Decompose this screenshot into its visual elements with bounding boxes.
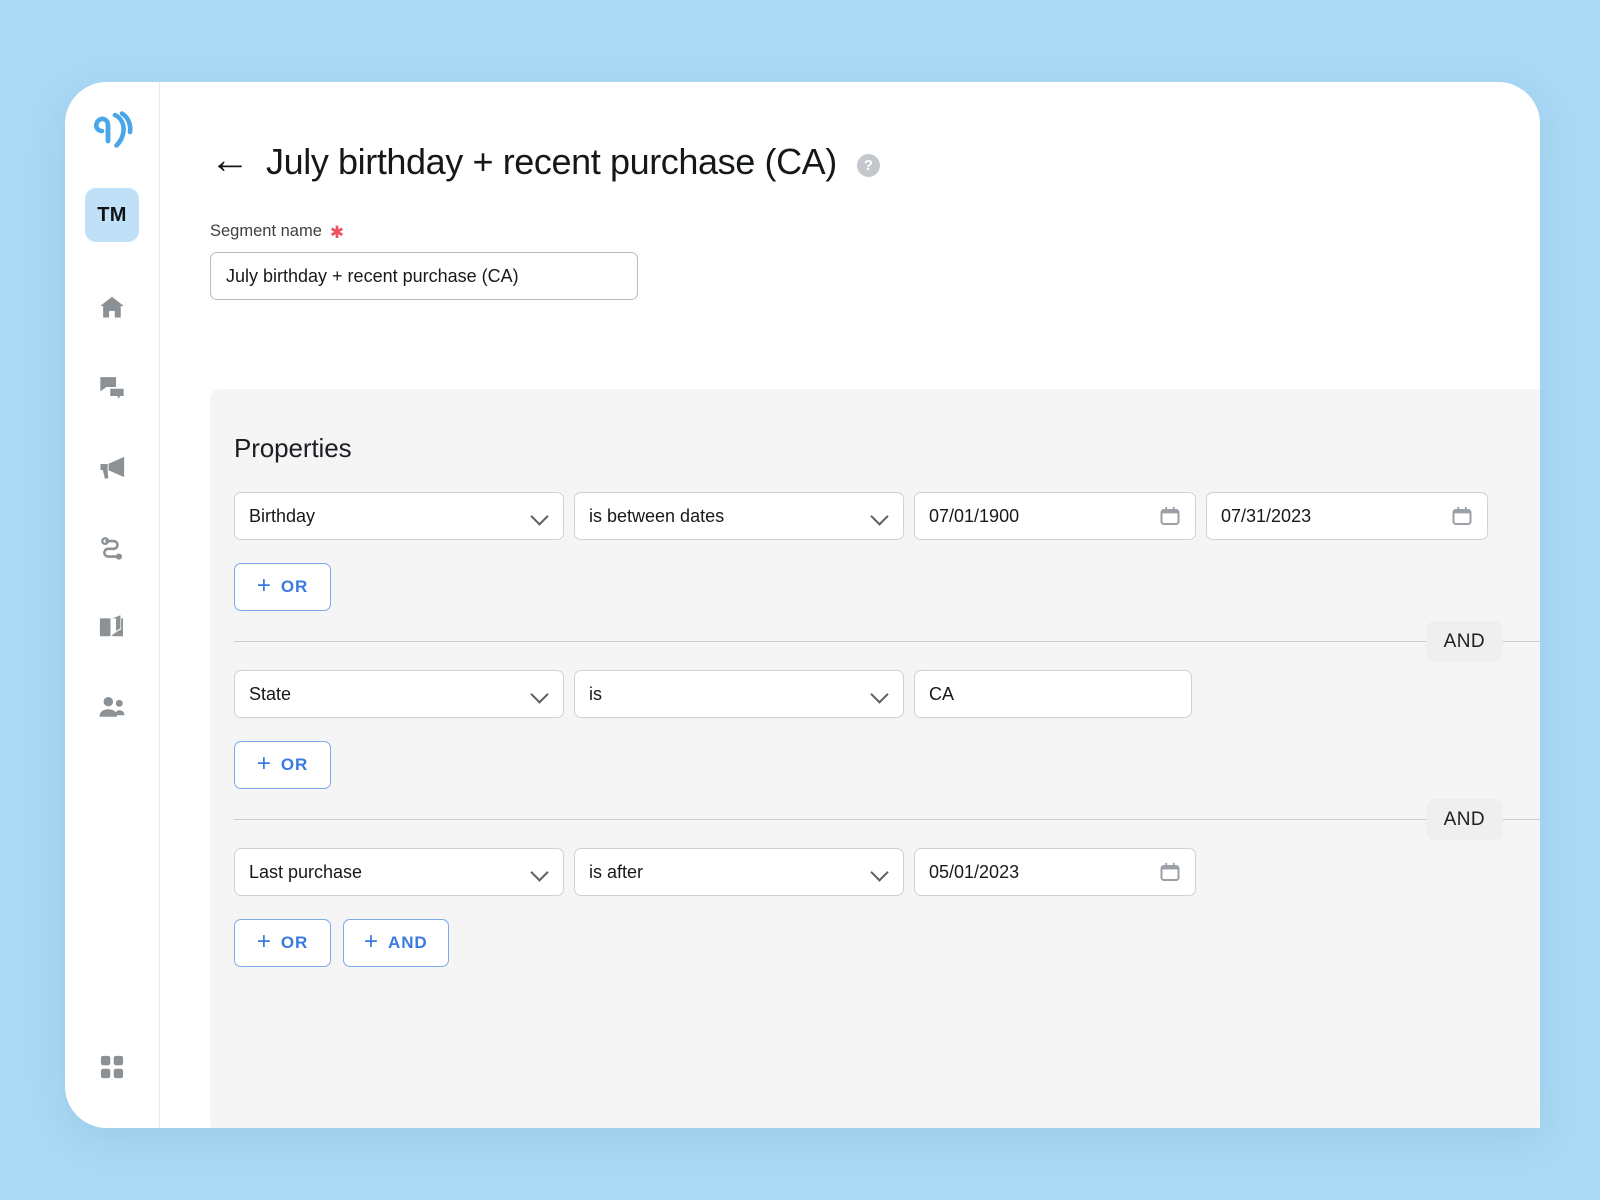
condition-row: Birthday is between dates 07/01/1900 07/… [234,492,1540,540]
date-input-end-value: 07/31/2023 [1221,505,1312,526]
add-and-button[interactable]: + AND [343,919,449,967]
operator-select-value: is between dates [589,505,725,526]
date-input-end[interactable]: 07/31/2023 [1206,492,1488,540]
page-title: July birthday + recent purchase (CA) [266,141,837,182]
segment-name-input[interactable] [210,252,638,300]
page-header: ← July birthday + recent purchase (CA) ? [160,82,1540,184]
operator-select[interactable]: is after [574,848,904,896]
operator-select-value: is after [589,861,644,882]
sidebar-item-home[interactable] [85,280,139,334]
campaigns-megaphone-icon [97,452,127,482]
attribute-select-value: State [249,683,292,704]
segment-name-label-text: Segment name [210,222,322,240]
add-or-button[interactable]: + OR [234,563,331,611]
home-icon [98,293,126,321]
plus-icon: + [256,928,271,955]
date-input-start[interactable]: 05/01/2023 [914,848,1196,896]
back-button[interactable]: ← [210,140,250,184]
operator-select-value: is [589,683,602,704]
add-or-button-label: OR [280,933,309,952]
calendar-icon[interactable] [1159,505,1181,527]
add-and-button-label: AND [388,933,428,952]
chevron-down-icon [871,685,889,703]
chevron-down-icon [531,685,549,703]
date-input-start[interactable]: 07/01/1900 [914,492,1196,540]
add-condition-buttons: + OR + AND [234,919,1540,967]
sidebar-item-conversations[interactable] [85,360,139,414]
value-text-input-value: CA [929,683,955,704]
contacts-people-icon [97,692,127,722]
group-divider: AND [234,799,1540,840]
workflows-icon [98,533,126,561]
attribute-select[interactable]: Birthday [234,492,564,540]
workspace-initials: TM [97,203,127,226]
chevron-down-icon [531,507,549,525]
attribute-select-value: Birthday [249,505,316,526]
properties-panel: Properties Birthday is between dates 07/… [210,389,1540,1128]
properties-panel-title: Properties [234,433,352,463]
chevron-down-icon [871,863,889,881]
attribute-select-value: Last purchase [249,861,363,882]
segment-name-block: Segment name ✱ [160,184,1540,300]
value-text-input[interactable]: CA [914,670,1192,718]
segment-name-label: Segment name ✱ [210,222,1540,241]
condition-group: State is CA + OR [210,642,1540,789]
plus-icon: + [256,572,271,599]
sidebar-item-contacts[interactable] [85,680,139,734]
sidebar-item-campaigns[interactable] [85,440,139,494]
main-content: ← July birthday + recent purchase (CA) ?… [160,82,1540,1128]
sidebar-rail: TM [65,82,160,1128]
chevron-down-icon [531,863,549,881]
brand-wave-logo[interactable] [90,106,134,150]
apps-grid-icon [98,1053,126,1081]
condition-row: State is CA [234,670,1540,718]
knowledge-book-icon [97,612,127,642]
sidebar-item-knowledge[interactable] [85,600,139,654]
required-asterisk-icon: ✱ [329,223,345,242]
add-or-button-label: OR [280,577,309,596]
add-condition-buttons: + OR [234,741,1540,789]
add-condition-buttons: + OR [234,563,1540,611]
help-icon[interactable]: ? [856,153,880,177]
operator-select[interactable]: is between dates [574,492,904,540]
group-divider: AND [234,621,1540,662]
condition-group: Birthday is between dates 07/01/1900 07/… [210,464,1540,611]
conversations-icon [98,373,126,401]
condition-group: Last purchase is after 05/01/2023 + OR +… [210,820,1540,967]
add-or-button[interactable]: + OR [234,741,331,789]
group-joiner-and[interactable]: AND [1425,799,1503,840]
condition-row: Last purchase is after 05/01/2023 [234,848,1540,896]
plus-icon: + [256,750,271,777]
date-input-start-value: 05/01/2023 [929,861,1020,882]
plus-icon: + [364,928,379,955]
add-or-button-label: OR [280,755,309,774]
sidebar-item-apps[interactable] [85,1040,139,1094]
workspace-avatar[interactable]: TM [85,188,139,242]
chevron-down-icon [871,507,889,525]
sidebar-item-workflows[interactable] [85,520,139,574]
date-input-start-value: 07/01/1900 [929,505,1020,526]
app-window: TM ← July birthday + recent purchase (CA… [65,82,1540,1128]
calendar-icon[interactable] [1159,861,1181,883]
operator-select[interactable]: is [574,670,904,718]
add-or-button[interactable]: + OR [234,919,331,967]
calendar-icon[interactable] [1451,505,1473,527]
attribute-select[interactable]: State [234,670,564,718]
attribute-select[interactable]: Last purchase [234,848,564,896]
group-joiner-and[interactable]: AND [1425,621,1503,662]
